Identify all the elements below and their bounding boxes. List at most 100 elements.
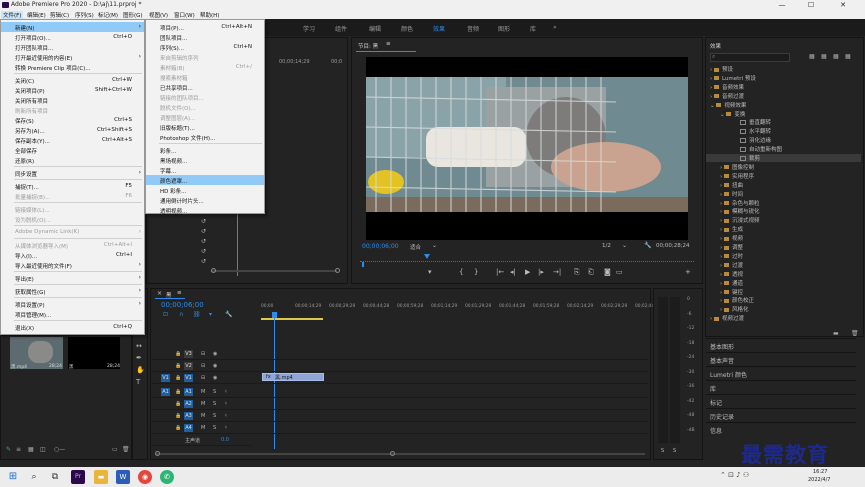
- timeline-scroll-left-handle[interactable]: [155, 451, 160, 456]
- sync-lock-icon[interactable]: ⊟: [201, 375, 205, 381]
- file-menu-item[interactable]: 捕捉(T)... F5: [1, 181, 144, 191]
- zoom-slider[interactable]: ○—: [54, 446, 65, 453]
- 32bit-effects-icon[interactable]: ▦: [821, 53, 827, 60]
- new-submenu-item[interactable]: 字幕...: [146, 165, 264, 175]
- workspace-learn[interactable]: 学习: [303, 24, 315, 33]
- file-menu-item[interactable]: 新建(N) ›: [1, 22, 144, 32]
- new-submenu-item[interactable]: 已共享项目...: [146, 82, 264, 92]
- premiere-pro-taskbar-icon[interactable]: Pr: [71, 470, 85, 484]
- eye-icon[interactable]: ◉: [213, 351, 217, 357]
- solo-icon[interactable]: S: [213, 401, 216, 407]
- add-marker-icon[interactable]: ▾: [209, 311, 212, 318]
- program-scrub-ruler[interactable]: [360, 256, 694, 262]
- program-playhead[interactable]: [424, 254, 430, 259]
- comparison-view-icon[interactable]: ▭: [616, 268, 623, 276]
- microphone-icon[interactable]: ♮: [225, 425, 227, 431]
- file-menu-item[interactable]: 关闭所有项目: [1, 95, 144, 105]
- file-menu-item[interactable]: 打开最近使用的内容(E) ›: [1, 52, 144, 62]
- slip-tool-icon[interactable]: ↔: [136, 340, 145, 352]
- lock-icon[interactable]: 🔒: [175, 389, 181, 395]
- effect-folder[interactable]: › 调整: [706, 243, 861, 251]
- type-tool-icon[interactable]: T: [136, 376, 145, 388]
- effect-folder[interactable]: › 过渡: [706, 261, 861, 269]
- video-clip[interactable]: fx 黑.mp4: [262, 373, 324, 381]
- file-menu-item[interactable]: 打开团队项目...: [1, 42, 144, 52]
- effect-folder[interactable]: › 视频: [706, 234, 861, 242]
- pen-tool-icon[interactable]: ✒: [136, 352, 145, 364]
- icon-view-icon[interactable]: ▦: [28, 446, 34, 453]
- effect-item[interactable]: 垂直翻转: [706, 118, 861, 126]
- more-effects-icon[interactable]: ▦: [845, 53, 851, 60]
- new-submenu-item[interactable]: 黑场视频...: [146, 155, 264, 165]
- file-menu-item[interactable]: 项目设置(P) ›: [1, 299, 144, 309]
- effect-item[interactable]: 羽化边缘: [706, 136, 861, 144]
- panel-markers[interactable]: 标记: [706, 394, 856, 408]
- track-target-v2[interactable]: V2: [184, 362, 193, 370]
- maximize-button[interactable]: ☐: [797, 0, 825, 10]
- effect-folder[interactable]: › 键控: [706, 288, 861, 296]
- menu-file[interactable]: 文件(F): [1, 11, 24, 19]
- new-submenu-item[interactable]: 通用倒计时片头...: [146, 195, 264, 205]
- menu-clip[interactable]: 剪辑(C): [48, 11, 71, 19]
- go-to-out-icon[interactable]: →|: [553, 268, 561, 276]
- workspace-editing[interactable]: 编辑: [369, 24, 381, 33]
- menu-window[interactable]: 窗口(W): [172, 11, 197, 19]
- file-menu-item[interactable]: 同步设置 ›: [1, 168, 144, 178]
- add-marker-icon[interactable]: ▾: [428, 268, 432, 276]
- new-submenu-item[interactable]: 项目(P)... Ctrl+Alt+N: [146, 22, 264, 32]
- workspace-color[interactable]: 颜色: [401, 24, 413, 33]
- nest-icon[interactable]: ⊡: [163, 311, 168, 318]
- workspace-libraries[interactable]: 库: [530, 24, 536, 33]
- fit-dropdown[interactable]: 适合: [410, 243, 421, 251]
- lock-icon[interactable]: 🔒: [175, 351, 181, 357]
- lock-icon[interactable]: 🔒: [175, 425, 181, 431]
- effect-folder[interactable]: › 时间: [706, 190, 861, 198]
- effect-folder[interactable]: › 沉浸式视频: [706, 216, 861, 224]
- solo-left-button[interactable]: S: [661, 448, 664, 454]
- new-submenu-item[interactable]: 彩条...: [146, 145, 264, 155]
- menu-edit[interactable]: 编辑(E): [25, 11, 48, 19]
- yuv-effects-icon[interactable]: ▦: [833, 53, 839, 60]
- master-volume[interactable]: 0.0: [221, 437, 229, 443]
- mute-icon[interactable]: M: [201, 425, 205, 431]
- timeline-close-icon[interactable]: ×: [157, 290, 162, 297]
- solo-right-button[interactable]: S: [673, 448, 676, 454]
- panel-history[interactable]: 历史记录: [706, 408, 856, 422]
- write-lock-icon[interactable]: ✎: [6, 446, 11, 453]
- source-patch-a1[interactable]: A1: [161, 388, 170, 396]
- effect-folder[interactable]: › 模糊与锐化: [706, 207, 861, 215]
- microphone-icon[interactable]: ♮: [225, 401, 227, 407]
- effect-folder[interactable]: › 音频过渡: [706, 92, 861, 100]
- effect-folder[interactable]: › 通道: [706, 279, 861, 287]
- effect-folder[interactable]: › 风格化: [706, 305, 861, 313]
- hand-tool-icon[interactable]: ✋: [136, 364, 145, 376]
- mute-icon[interactable]: M: [201, 413, 205, 419]
- effect-folder[interactable]: › 杂色与颗粒: [706, 199, 861, 207]
- timeline-scroll-right-handle[interactable]: [390, 451, 395, 456]
- effects-search-input[interactable]: [710, 53, 790, 62]
- timeline-ruler[interactable]: 00;00 00;00;14;29 00;00;29;29 00;00;44;28 00…: [261, 304, 654, 316]
- sync-lock-icon[interactable]: ⊟: [201, 363, 205, 369]
- timeline-settings-wrench-icon[interactable]: 🔧: [225, 311, 232, 318]
- search-icon[interactable]: ⌕: [27, 470, 41, 484]
- file-menu-item[interactable]: 另存为(A)... Ctrl+Shift+S: [1, 125, 144, 135]
- effect-folder[interactable]: › 过时: [706, 252, 861, 260]
- scroll-handle-left[interactable]: [211, 268, 216, 273]
- lock-icon[interactable]: 🔒: [175, 401, 181, 407]
- menu-view[interactable]: 视图(V): [147, 11, 170, 19]
- solo-icon[interactable]: S: [213, 413, 216, 419]
- task-view-icon[interactable]: ⧉: [48, 470, 62, 484]
- effect-folder[interactable]: › 预设: [706, 65, 861, 73]
- snap-icon[interactable]: ∩: [179, 311, 183, 318]
- work-area-bar[interactable]: [261, 318, 323, 320]
- chrome-icon[interactable]: ◉: [138, 470, 152, 484]
- new-bin-icon[interactable]: ▬: [833, 330, 839, 337]
- effect-folder[interactable]: › 图像控制: [706, 163, 861, 171]
- workspace-overflow[interactable]: »: [553, 24, 557, 31]
- step-forward-icon[interactable]: |▸: [538, 268, 544, 276]
- wrench-icon[interactable]: 🔧: [644, 242, 651, 249]
- menu-help[interactable]: 帮助(H): [198, 11, 221, 19]
- solo-icon[interactable]: S: [213, 389, 216, 395]
- source-scrollbar[interactable]: [211, 270, 337, 272]
- effect-folder[interactable]: › 视频过渡: [706, 314, 861, 322]
